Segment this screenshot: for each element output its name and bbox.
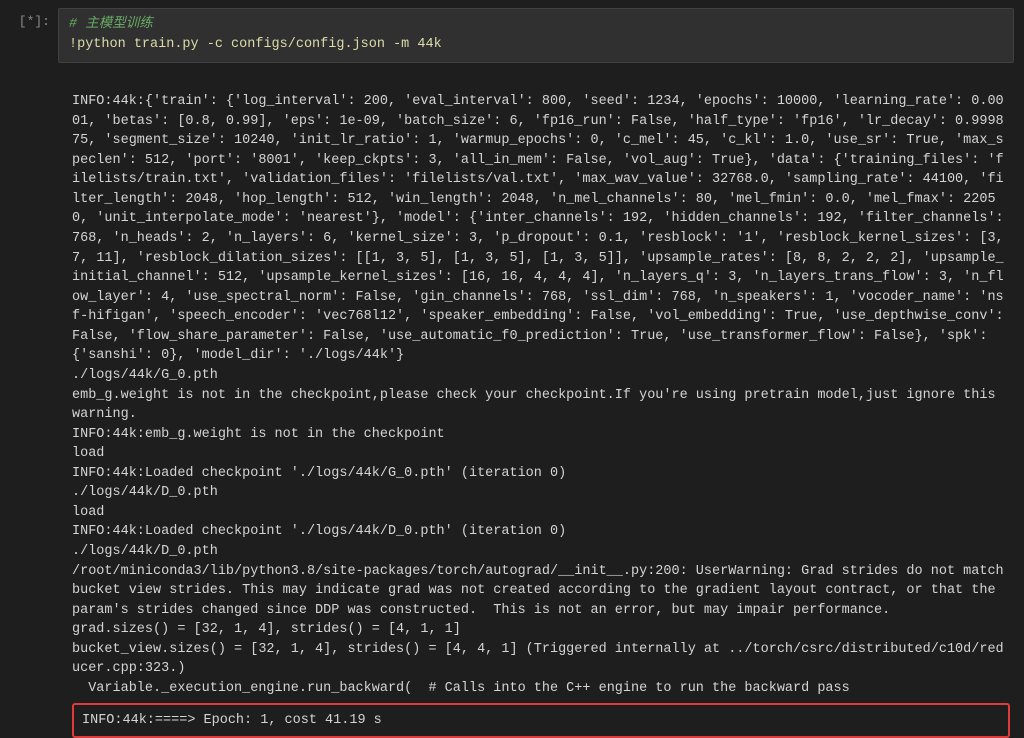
code-val: 44k [409,37,441,52]
output-line: grad.sizes() = [32, 1, 4], strides() = [… [72,622,461,637]
code-path: configs/config.json [223,37,393,52]
output-line: load [72,505,104,520]
code-input[interactable]: # 主模型训练 !python train.py -c configs/conf… [58,8,1014,63]
output-line: INFO:44k:Loaded checkpoint './logs/44k/G… [72,466,566,481]
code-cmd: python train.py [77,37,207,52]
output-line: INFO:44k:{'train': {'log_interval': 200,… [72,94,1012,363]
output-line: ./logs/44k/D_0.pth [72,485,218,500]
output-line: /root/miniconda3/lib/python3.8/site-pack… [72,564,1012,618]
output-line: ./logs/44k/G_0.pth [72,368,218,383]
output-line: INFO:44k:Loaded checkpoint './logs/44k/D… [72,524,566,539]
output-area: INFO:44k:{'train': {'log_interval': 200,… [58,69,1014,738]
code-bang: ! [69,37,77,52]
code-comment: # 主模型训练 [69,17,153,32]
output-line: load [72,446,104,461]
code-flag-c: -c [207,37,223,52]
code-flag-m: -m [393,37,409,52]
cell-prompt: [*]: [10,8,58,63]
output-line: INFO:44k:emb_g.weight is not in the chec… [72,427,445,442]
output-line: emb_g.weight is not in the checkpoint,pl… [72,388,1004,423]
highlighted-epoch-line: INFO:44k:====> Epoch: 1, cost 41.19 s [72,703,1010,738]
output-line: Variable._execution_engine.run_backward(… [72,681,850,696]
output-line: bucket_view.sizes() = [32, 1, 4], stride… [72,642,1004,677]
output-line: ./logs/44k/D_0.pth [72,544,218,559]
